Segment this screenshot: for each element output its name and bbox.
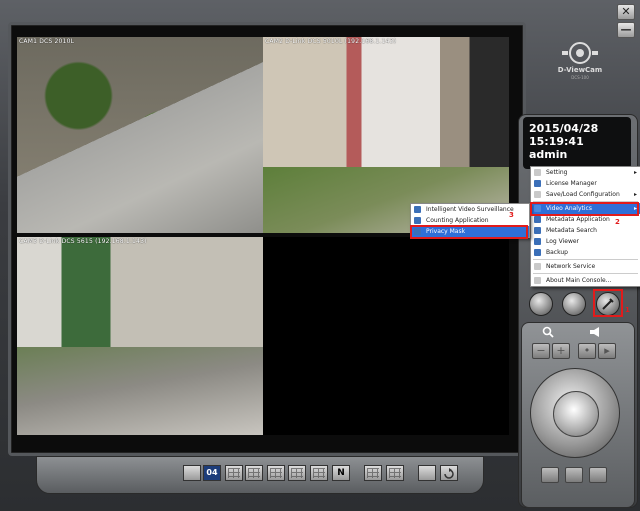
speaker-icon	[590, 327, 599, 337]
menu-item-icon	[534, 227, 541, 234]
close-icon[interactable]: ✕	[617, 4, 635, 20]
layout-10-button[interactable]	[245, 465, 263, 481]
annotation-box-privacy-mask	[410, 225, 528, 239]
annotation-box-video-analytics	[530, 202, 639, 216]
layout-custom-button[interactable]	[386, 465, 404, 481]
magnifier-icon	[542, 326, 554, 338]
preset-button-3[interactable]	[589, 467, 607, 483]
menu-item-save-load-configuration[interactable]: Save/Load Configuration ▸	[531, 189, 640, 200]
menu-item-icon	[534, 169, 541, 176]
menu-item-label: About Main Console...	[546, 277, 612, 284]
ptz-center-button[interactable]	[553, 391, 599, 437]
zoom-in-button[interactable]: +	[552, 343, 570, 359]
main-menu: Setting ▸ License Manager Save/Load Configu…	[530, 166, 640, 287]
menu-item-label: Network Service	[546, 263, 596, 270]
menu-item-label: Save/Load Configuration	[546, 191, 620, 198]
layout-quad-button[interactable]: 04	[203, 465, 221, 481]
camera-label-1: CAM1 DCS 2010L	[19, 38, 75, 45]
camera-view-4[interactable]	[263, 237, 509, 435]
preset-button-2[interactable]	[565, 467, 583, 483]
layout-13-button[interactable]	[267, 465, 285, 481]
logo-text: D-ViewCam	[557, 66, 603, 74]
menu-item-label: Counting Application	[426, 217, 489, 224]
menu-item-label: Metadata Search	[546, 227, 597, 234]
menu-item-label: Backup	[546, 249, 568, 256]
menu-item-label: Metadata Application	[546, 216, 610, 223]
camera-logo-icon	[562, 42, 598, 64]
menu-item-backup[interactable]: Backup	[531, 247, 640, 258]
status-user: admin	[529, 148, 568, 161]
menu-item-about-main-console[interactable]: About Main Console...	[531, 275, 640, 286]
layout-20-button[interactable]	[310, 465, 328, 481]
record-button[interactable]: •	[578, 343, 596, 359]
layout-sequence-button[interactable]	[364, 465, 382, 481]
menu-item-license-manager[interactable]: License Manager	[531, 178, 640, 189]
chevron-right-icon: ▸	[633, 169, 637, 176]
dviewcam-logo: D-ViewCam DCS-100	[540, 40, 620, 84]
menu-item-network-service[interactable]: Network Service	[531, 261, 640, 272]
menu-item-icon	[534, 238, 541, 245]
menu-item-icon	[534, 180, 541, 187]
camera-label-2: CAM2 D-Link DCS 5010L (192.168.1.143)	[265, 38, 397, 45]
menu-item-icon	[534, 277, 541, 284]
minimize-icon[interactable]: —	[617, 22, 635, 38]
zoom-out-button[interactable]: −	[532, 343, 550, 359]
menu-item-label: License Manager	[546, 180, 597, 187]
logo-subtext: DCS-100	[571, 75, 589, 80]
annotation-badge-3: 3	[509, 211, 514, 219]
annotation-badge-1: 1	[625, 306, 630, 314]
menu-item-icon	[534, 216, 541, 223]
camera-label-3: CAM3 D-Link DCS 5615 (192.168.1.143)	[19, 238, 147, 245]
menu-item-metadata-search[interactable]: Metadata Search	[531, 225, 640, 236]
layout-single-button[interactable]	[183, 465, 201, 481]
menu-item-icon	[534, 263, 541, 270]
home-button[interactable]	[562, 292, 586, 316]
layout-16-button[interactable]	[288, 465, 306, 481]
menu-item-icon	[414, 206, 421, 213]
status-date: 2015/04/28	[529, 122, 599, 135]
menu-item-log-viewer[interactable]: Log Viewer	[531, 236, 640, 247]
preset-button-1[interactable]	[541, 467, 559, 483]
annotation-badge-2: 2	[615, 218, 620, 226]
camera-view-1[interactable]: CAM1 DCS 2010L	[17, 37, 263, 233]
menu-item-label: Intelligent Video Surveillance	[426, 206, 514, 213]
ptz-dpad[interactable]	[530, 368, 620, 458]
layout-9-button[interactable]	[225, 465, 243, 481]
menu-item-icon	[534, 191, 541, 198]
forward-button[interactable]: ▸	[598, 343, 616, 359]
playback-button[interactable]	[529, 292, 553, 316]
menu-item-label: Log Viewer	[546, 238, 580, 245]
menu-item-label: Setting	[546, 169, 568, 176]
refresh-icon	[444, 468, 454, 479]
video-monitor: CAM1 DCS 2010L CAM2 D-Link DCS 5010L (19…	[8, 22, 526, 456]
annotation-box-tools	[593, 289, 623, 317]
menu-separator	[533, 273, 638, 274]
layout-n-button[interactable]: N	[332, 465, 350, 481]
menu-item-icon	[414, 217, 421, 224]
menu-item-setting[interactable]: Setting ▸	[531, 167, 640, 178]
camera-view-3[interactable]: CAM3 D-Link DCS 5615 (192.168.1.143)	[17, 237, 263, 435]
fullscreen-button[interactable]	[418, 465, 436, 481]
menu-separator	[533, 259, 638, 260]
refresh-button[interactable]	[440, 465, 458, 481]
status-display: 2015/04/28 15:19:41 admin	[523, 117, 631, 169]
chevron-right-icon: ▸	[633, 191, 637, 198]
status-time: 15:19:41	[529, 135, 584, 148]
menu-item-icon	[534, 249, 541, 256]
